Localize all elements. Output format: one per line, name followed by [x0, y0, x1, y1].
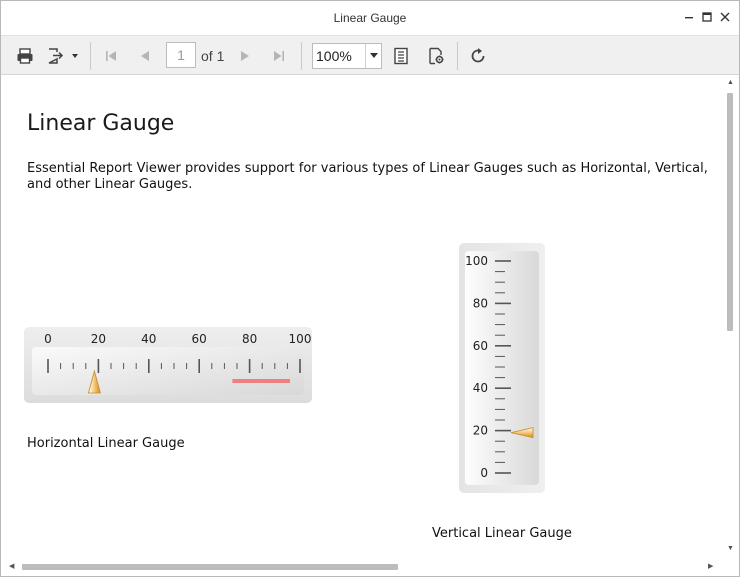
gauge-scale-label: 60: [192, 332, 207, 346]
maximize-icon[interactable]: [699, 9, 715, 25]
gauge-scale-label: 80: [473, 296, 488, 310]
vertical-linear-gauge: 100 80 60 40 20 0: [459, 243, 545, 493]
horizontal-gauge-caption: Horizontal Linear Gauge: [27, 436, 185, 451]
gauge-scale-label: 40: [473, 381, 488, 395]
zoom-select[interactable]: 100%: [312, 43, 382, 69]
gauge-scale-background: [465, 251, 539, 485]
toolbar: 1 of 1 100%: [1, 35, 739, 75]
horizontal-scrollbar[interactable]: ◀ ▶: [2, 558, 724, 576]
gauge-range-bar: [232, 379, 290, 383]
chevron-down-icon[interactable]: [365, 44, 381, 68]
gauge-scale-background: [32, 347, 304, 395]
gauge-scale-label: 20: [91, 332, 106, 346]
first-page-icon[interactable]: [99, 43, 123, 69]
scroll-left-icon[interactable]: ◀: [9, 562, 14, 570]
title-bar: Linear Gauge: [1, 1, 739, 35]
horizontal-scroll-thumb[interactable]: [22, 564, 398, 570]
report-viewer-window: Linear Gauge 1 of 1 100% Linear Gauge Es…: [0, 0, 740, 577]
gauge-scale-label: 40: [141, 332, 156, 346]
report-page: Linear Gauge Essential Report Viewer pro…: [2, 75, 724, 558]
report-title: Linear Gauge: [27, 111, 175, 136]
gauge-scale-label: 20: [473, 424, 488, 438]
gauge-scale-label: 60: [473, 339, 488, 353]
page-setup-icon[interactable]: [424, 43, 448, 69]
previous-page-icon[interactable]: [133, 43, 157, 69]
last-page-icon[interactable]: [267, 43, 291, 69]
print-icon[interactable]: [13, 43, 37, 69]
gauge-scale-label: 80: [242, 332, 257, 346]
report-description: Essential Report Viewer provides support…: [27, 161, 708, 192]
page-number-input[interactable]: 1: [166, 42, 196, 68]
gauge-scale-label: 0: [480, 466, 488, 480]
vertical-gauge-caption: Vertical Linear Gauge: [432, 526, 572, 541]
next-page-icon[interactable]: [233, 43, 257, 69]
zoom-value: 100%: [316, 48, 352, 64]
export-icon[interactable]: [45, 43, 81, 69]
horizontal-linear-gauge: 0 20 40 60 80 100: [24, 327, 312, 403]
scroll-up-icon[interactable]: ▲: [727, 79, 734, 86]
scroll-down-icon[interactable]: ▼: [727, 545, 734, 552]
minimize-icon[interactable]: [681, 9, 697, 25]
toolbar-separator: [301, 42, 302, 70]
vertical-scrollbar[interactable]: ▲ ▼: [724, 75, 739, 558]
gauge-scale-label: 100: [465, 254, 488, 268]
scrollbar-corner: [724, 558, 739, 576]
close-icon[interactable]: [717, 9, 733, 25]
refresh-icon[interactable]: [466, 43, 490, 69]
vertical-scroll-thumb[interactable]: [727, 93, 733, 331]
window-title: Linear Gauge: [333, 11, 407, 25]
gauge-scale-label: 0: [44, 332, 52, 346]
gauge-scale-label: 100: [289, 332, 312, 346]
page-count-label: of 1: [201, 48, 225, 64]
toolbar-separator: [457, 42, 458, 70]
scroll-right-icon[interactable]: ▶: [708, 562, 713, 570]
page-layout-icon[interactable]: [389, 43, 413, 69]
toolbar-separator: [90, 42, 91, 70]
